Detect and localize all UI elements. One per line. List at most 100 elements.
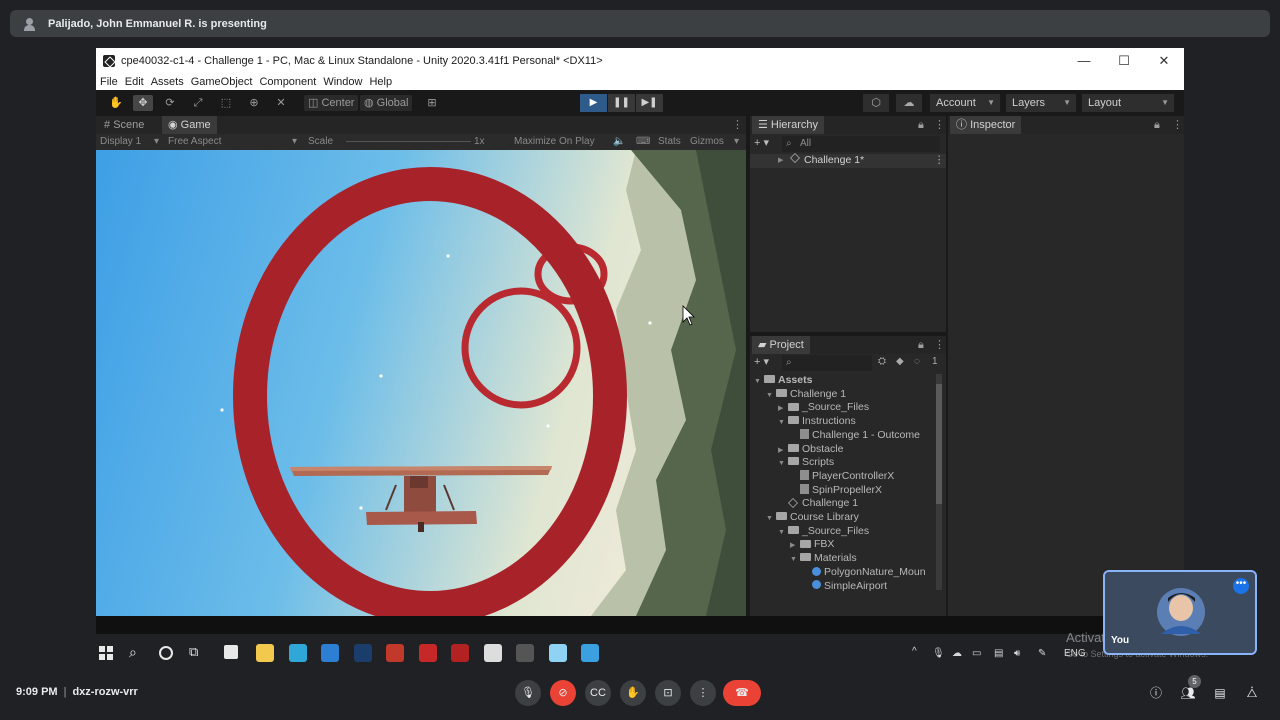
tab-hierarchy[interactable]: ☰ Hierarchy <box>752 116 824 134</box>
chevron-down-icon[interactable]: ▼ <box>778 526 788 539</box>
scale-slider[interactable] <box>346 141 471 142</box>
scrollbar-thumb[interactable] <box>936 384 942 504</box>
more-options-icon[interactable]: ••• <box>1233 578 1249 594</box>
hidden-packages-icon[interactable]: ◌ <box>914 356 920 367</box>
mcafee-icon[interactable] <box>418 644 437 662</box>
tab-scene[interactable]: # Scene <box>98 116 150 134</box>
list-item[interactable]: ▼ Scripts <box>778 456 834 469</box>
chevron-down-icon[interactable]: ▼ <box>766 389 776 402</box>
task-view-icon[interactable]: ⧉ <box>189 644 198 660</box>
chevron-right-icon[interactable]: ▶ <box>778 402 788 415</box>
filter-type-icon[interactable]: ⛭ <box>878 356 886 367</box>
cortana-icon[interactable] <box>159 646 173 660</box>
panel-menu-icon[interactable]: ⋮ <box>726 116 749 134</box>
network-icon[interactable]: ▤ <box>994 648 1003 659</box>
vivaldi-icon[interactable] <box>451 644 469 662</box>
grid-snap-icon[interactable]: ⊞ <box>422 95 442 111</box>
list-item[interactable]: PolygonNature_Moun <box>802 566 926 579</box>
steam-icon[interactable] <box>353 644 372 662</box>
close-button[interactable]: ✕ <box>1144 48 1184 73</box>
layers-dropdown[interactable]: Layers ▼ <box>1006 94 1076 112</box>
list-item[interactable]: ▼ Instructions <box>778 415 856 428</box>
account-dropdown[interactable]: Account ▼ <box>930 94 1000 112</box>
layout-dropdown[interactable]: Layout ▼ <box>1082 94 1174 112</box>
play-button[interactable]: ▶ <box>580 94 607 112</box>
hierarchy-root-row[interactable]: ▶ Challenge 1* ⋮ <box>750 153 946 168</box>
filter-label-icon[interactable]: ◆ <box>896 356 904 367</box>
add-icon[interactable]: + ▾ <box>754 136 769 149</box>
list-item[interactable]: PlayerControllerX <box>790 470 894 483</box>
edge-icon[interactable] <box>288 644 307 662</box>
notepad-icon[interactable] <box>548 644 567 662</box>
menu-window[interactable]: Window <box>323 76 362 88</box>
windows-start-icon[interactable] <box>99 646 113 660</box>
panel-menu-icon[interactable]: ⋮ <box>1166 116 1184 134</box>
stats-toggle[interactable]: Stats <box>658 136 681 147</box>
custom-tool-icon[interactable]: ✕ <box>271 95 291 111</box>
microphone-icon[interactable]: 🎙︎ <box>932 648 945 659</box>
row-menu-icon[interactable]: ⋮ <box>934 154 945 167</box>
move-tool-icon[interactable]: ✥ <box>133 95 153 111</box>
list-item[interactable]: Challenge 1 - Outcome <box>790 429 920 442</box>
pen-icon[interactable]: ✎ <box>1038 648 1046 659</box>
display-select[interactable]: Display 1 <box>100 136 141 147</box>
pivot-toggle[interactable]: ◫ Center <box>304 95 359 111</box>
step-button[interactable]: ▶❚ <box>636 94 663 112</box>
file-explorer-icon[interactable] <box>256 644 274 662</box>
tab-project[interactable]: ▰ Project <box>752 336 810 354</box>
chevron-right-icon[interactable]: ▶ <box>790 539 800 552</box>
list-item[interactable]: ▼ Assets <box>754 374 812 387</box>
meeting-details-button[interactable]: ⓘ <box>1147 684 1165 702</box>
list-item[interactable]: SimpleAirport <box>802 580 887 593</box>
list-item[interactable]: ▼ Course Library <box>766 511 859 524</box>
maximize-button[interactable]: ☐ <box>1104 48 1144 73</box>
captions-button[interactable]: CC <box>585 680 611 706</box>
space-toggle[interactable]: ◍ Global <box>360 95 413 111</box>
list-item[interactable]: Challenge 1 <box>778 497 858 510</box>
tab-game[interactable]: ◉ Game <box>162 116 217 134</box>
mute-audio-icon[interactable]: 🔈 <box>613 136 625 147</box>
unity-hub-icon[interactable] <box>483 644 502 662</box>
pause-button[interactable]: ❚❚ <box>608 94 635 112</box>
menu-help[interactable]: Help <box>369 76 392 88</box>
gizmos-toggle[interactable]: Gizmos <box>690 136 724 147</box>
menu-component[interactable]: Component <box>259 76 316 88</box>
battery-icon[interactable]: ▭ <box>972 648 981 659</box>
cloud-icon[interactable]: ☁ <box>896 94 922 112</box>
chat-button[interactable]: ▤ <box>1211 684 1229 702</box>
chevron-right-icon[interactable]: ▶ <box>778 444 788 457</box>
present-button[interactable]: ⊡ <box>655 680 681 706</box>
menu-gameobject[interactable]: GameObject <box>191 76 253 88</box>
volume-icon[interactable]: 🔊︎ <box>1014 648 1020 659</box>
chevron-down-icon[interactable]: ▼ <box>778 416 788 429</box>
collab-icon[interactable]: ⬡ <box>863 94 889 112</box>
aspect-select[interactable]: Free Aspect <box>168 136 221 147</box>
mail-icon[interactable] <box>321 644 339 662</box>
hand-tool-icon[interactable]: ✋ <box>106 95 126 111</box>
menu-file[interactable]: File <box>100 76 118 88</box>
photos-icon[interactable] <box>581 644 599 662</box>
more-options-button[interactable]: ⋮ <box>690 680 716 706</box>
list-item[interactable]: ▶ _Source_Files <box>778 401 869 414</box>
maximize-on-play-toggle[interactable]: Maximize On Play <box>514 136 595 147</box>
search-icon[interactable]: ⌕ <box>129 644 137 661</box>
leave-call-button[interactable]: ☎ <box>723 680 761 706</box>
camera-off-button[interactable]: ⊘ <box>550 680 576 706</box>
transform-tool-icon[interactable]: ⊕ <box>244 95 264 111</box>
app-red-icon[interactable] <box>386 644 404 662</box>
rotate-tool-icon[interactable]: ⟳ <box>160 95 180 111</box>
lock-icon[interactable]: 🔒︎ <box>1148 116 1166 134</box>
rect-tool-icon[interactable]: ⬚ <box>216 95 236 111</box>
hierarchy-search[interactable]: ⌕ All <box>782 136 940 152</box>
chevron-down-icon[interactable]: ▼ <box>754 375 764 388</box>
list-item[interactable]: ▼ Challenge 1 <box>766 388 846 401</box>
microphone-button[interactable]: 🎙︎ <box>515 680 541 706</box>
unity-editor-icon[interactable] <box>516 644 534 662</box>
scale-tool-icon[interactable]: ⤢ <box>188 95 208 111</box>
chevron-up-icon[interactable]: ^ <box>912 646 917 657</box>
list-item[interactable]: ▶ FBX <box>790 538 834 551</box>
menu-edit[interactable]: Edit <box>125 76 144 88</box>
panel-menu-icon[interactable]: ⋮ <box>928 336 951 354</box>
add-icon[interactable]: + ▾ <box>754 355 769 368</box>
project-scrollbar[interactable] <box>936 374 942 590</box>
